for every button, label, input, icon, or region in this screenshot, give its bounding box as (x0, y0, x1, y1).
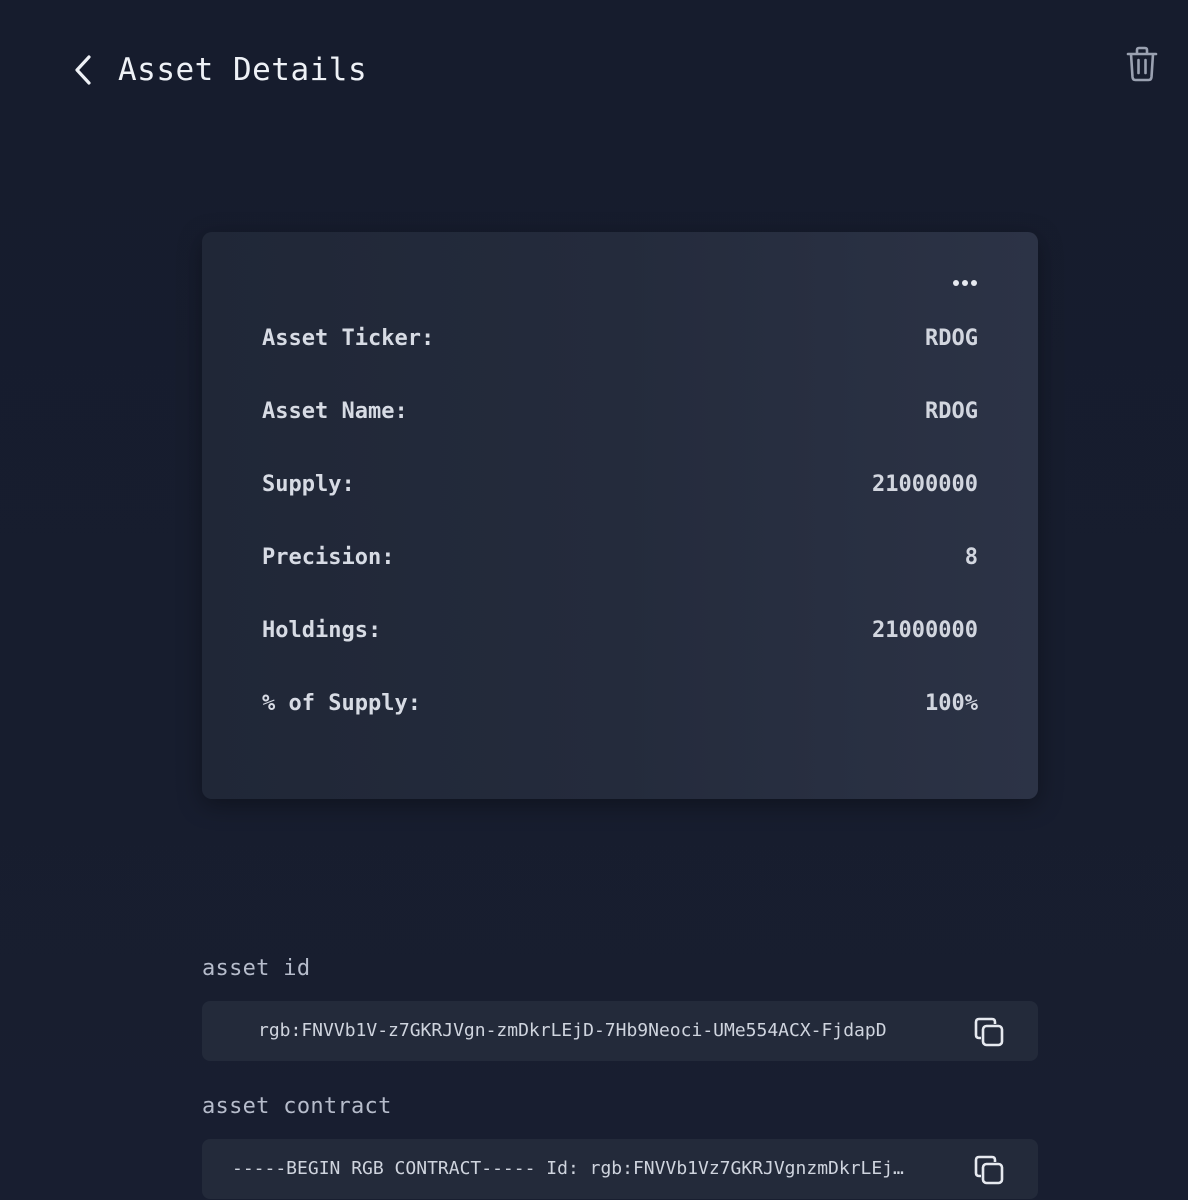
info-row-supply: Supply: 21000000 (262, 469, 978, 499)
info-value: RDOG (925, 398, 978, 424)
page-header: Asset Details (0, 0, 1188, 140)
asset-id-label: asset id (202, 956, 311, 981)
card-menu-button[interactable] (948, 270, 982, 296)
info-row-precision: Precision: 8 (262, 542, 978, 572)
info-row-ticker: Asset Ticker: RDOG (262, 323, 978, 353)
info-row-holdings: Holdings: 21000000 (262, 615, 978, 645)
copy-icon (974, 1155, 1004, 1185)
asset-contract-value[interactable]: -----BEGIN RGB CONTRACT----- Id: rgb:FNV… (232, 1139, 942, 1199)
chevron-left-icon (75, 55, 91, 85)
trash-icon (1126, 46, 1158, 82)
asset-contract-field: -----BEGIN RGB CONTRACT----- Id: rgb:FNV… (202, 1139, 1038, 1199)
info-label: Holdings: (262, 617, 382, 643)
asset-contract-label: asset contract (202, 1094, 392, 1119)
copy-asset-contract-button[interactable] (972, 1153, 1006, 1187)
copy-icon (974, 1017, 1004, 1047)
info-value: 8 (964, 544, 978, 570)
asset-details-page: Asset Details Asset Ticker: RDOG Asset N… (0, 0, 1188, 1200)
info-label: Asset Ticker: (262, 325, 435, 351)
info-label: Asset Name: (262, 398, 408, 424)
page-title: Asset Details (118, 52, 368, 88)
info-label: Supply: (262, 471, 355, 497)
info-value: 21000000 (872, 617, 978, 643)
more-horizontal-icon (953, 280, 977, 286)
info-value: 21000000 (872, 471, 978, 497)
copy-asset-id-button[interactable] (972, 1015, 1006, 1049)
info-value: 100% (925, 690, 978, 716)
asset-id-field: rgb:FNVVb1V-z7GKRJVgn-zmDkrLEjD-7Hb9Neoc… (202, 1001, 1038, 1061)
info-row-name: Asset Name: RDOG (262, 396, 978, 426)
info-label: Precision: (262, 544, 395, 570)
info-row-percent-supply: % of Supply: 100% (262, 688, 978, 718)
back-button[interactable] (66, 50, 100, 90)
delete-asset-button[interactable] (1122, 42, 1162, 86)
info-value: RDOG (925, 325, 978, 351)
asset-id-value[interactable]: rgb:FNVVb1V-z7GKRJVgn-zmDkrLEjD-7Hb9Neoc… (258, 1001, 938, 1061)
info-label: % of Supply: (262, 690, 421, 716)
